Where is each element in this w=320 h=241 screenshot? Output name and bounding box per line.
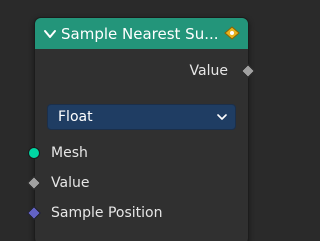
data-type-select[interactable]: Float bbox=[47, 104, 236, 130]
sample-nearest-surface-node[interactable]: Sample Nearest Su... Value Float Mesh Va… bbox=[26, 17, 256, 241]
collapse-chevron-icon[interactable] bbox=[43, 27, 57, 41]
output-value-label: Value bbox=[189, 63, 228, 79]
input-value-label: Value bbox=[51, 175, 90, 191]
field-indicator-icon bbox=[224, 26, 240, 40]
node-editor-canvas[interactable]: Sample Nearest Su... Value Float Mesh Va… bbox=[0, 0, 267, 241]
input-sample-position-label: Sample Position bbox=[51, 205, 163, 221]
input-value-socket[interactable] bbox=[26, 175, 42, 191]
chevron-down-icon bbox=[217, 114, 227, 120]
input-sample-position-socket[interactable] bbox=[26, 205, 42, 221]
node-header[interactable]: Sample Nearest Su... bbox=[35, 18, 248, 49]
data-type-select-value: Float bbox=[58, 109, 93, 125]
input-mesh-label: Mesh bbox=[51, 145, 88, 161]
output-value-socket[interactable] bbox=[240, 63, 256, 79]
node-title: Sample Nearest Su... bbox=[61, 24, 219, 43]
input-mesh-socket[interactable] bbox=[28, 147, 40, 159]
